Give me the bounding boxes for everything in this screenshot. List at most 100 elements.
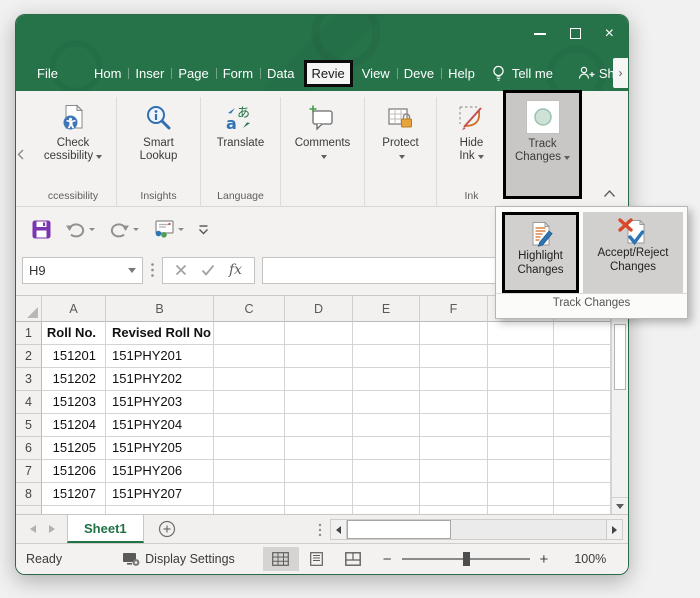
column-header-c[interactable]: C — [214, 296, 285, 322]
insert-function-button[interactable]: fx — [229, 262, 242, 278]
minimize-button[interactable] — [534, 33, 546, 35]
name-box-dropdown-icon[interactable] — [128, 268, 136, 273]
group-label-accessibility: ccessibility — [30, 190, 116, 202]
cancel-icon[interactable] — [175, 264, 187, 276]
tab-view[interactable]: View — [355, 62, 397, 85]
select-all-corner[interactable] — [16, 296, 42, 322]
tab-developer[interactable]: Deve — [397, 62, 441, 85]
chevron-down-icon — [321, 155, 327, 159]
name-box[interactable]: H9 — [22, 257, 143, 284]
tab-insert[interactable]: Inser — [128, 62, 171, 85]
triangle-right-icon — [612, 526, 617, 534]
mail-people-icon — [153, 220, 175, 238]
accept-reject-changes-item[interactable]: Accept/Reject Changes — [583, 212, 683, 293]
normal-view-button[interactable] — [263, 547, 299, 571]
save-button[interactable] — [28, 220, 55, 239]
translate-button[interactable]: あa Translate — [213, 99, 269, 153]
track-changes-button-annotated[interactable]: Track Changes — [503, 90, 582, 199]
close-button[interactable]: × — [605, 28, 614, 39]
row-header[interactable]: 6 — [16, 437, 42, 460]
page-layout-view-button[interactable] — [299, 547, 335, 571]
table-row[interactable]: 6 151205 151PHY205 — [16, 437, 611, 460]
cell-grid[interactable]: A B C D E F G H 1 Roll No. Revised Roll … — [16, 296, 611, 514]
scroll-left-button[interactable] — [330, 519, 347, 540]
row-header[interactable]: 5 — [16, 414, 42, 437]
table-row[interactable]: 7 151206 151PHY206 — [16, 460, 611, 483]
vertical-scrollbar-thumb[interactable] — [614, 324, 626, 390]
chevron-down-icon — [478, 155, 484, 159]
zoom-slider[interactable] — [402, 558, 530, 560]
tab-formulas[interactable]: Form — [216, 62, 260, 85]
sheet-tab-bar: Sheet1 — [16, 514, 628, 543]
row-header[interactable]: 3 — [16, 368, 42, 391]
ribbon: Check cessibility ccessibility Smart Loo… — [16, 91, 628, 207]
ribbon-scroll-left-icon[interactable] — [17, 149, 24, 160]
table-row[interactable]: 4 151203 151PHY203 — [16, 391, 611, 414]
horizontal-scrollbar-thumb[interactable] — [347, 520, 451, 539]
tab-file[interactable]: File — [30, 62, 65, 85]
send-to-reviewers-button[interactable] — [149, 220, 188, 238]
sheet-nav-right-icon[interactable] — [49, 525, 55, 533]
sheet-tab-label: Sheet1 — [84, 521, 127, 536]
row-header[interactable]: 8 — [16, 483, 42, 506]
zoom-slider-thumb[interactable] — [463, 552, 470, 566]
row-header[interactable]: 2 — [16, 345, 42, 368]
column-header-e[interactable]: E — [353, 296, 420, 322]
tab-home[interactable]: Hom — [87, 62, 128, 85]
highlight-changes-item-annotated[interactable]: Highlight Changes — [502, 212, 579, 293]
vertical-scrollbar[interactable] — [611, 296, 628, 514]
sheet-nav-left-icon[interactable] — [30, 525, 36, 533]
column-header-b[interactable]: B — [106, 296, 214, 322]
tab-page-layout[interactable]: Page — [171, 62, 215, 85]
column-header-d[interactable]: D — [285, 296, 353, 322]
maximize-icon — [570, 28, 581, 39]
drag-handle-dots-icon[interactable] — [150, 262, 155, 278]
row-header[interactable]: 1 — [16, 322, 42, 345]
horizontal-scrollbar[interactable] — [318, 519, 623, 540]
share-person-icon — [578, 66, 595, 80]
ribbon-overflow-button[interactable]: › — [613, 58, 628, 88]
zoom-in-button[interactable]: + — [540, 551, 549, 568]
splitter-dots-icon[interactable] — [318, 523, 322, 537]
scroll-down-button[interactable] — [612, 497, 628, 514]
tell-me-label: Tell me — [512, 66, 553, 81]
redo-button[interactable] — [105, 221, 143, 238]
undo-button[interactable] — [61, 221, 99, 238]
scroll-right-button[interactable] — [606, 519, 623, 540]
comments-button[interactable]: Comments — [291, 99, 355, 166]
hide-ink-button[interactable]: Hide Ink — [453, 99, 491, 166]
maximize-button[interactable] — [570, 28, 581, 39]
display-settings-button[interactable]: Display Settings — [122, 552, 235, 567]
enter-check-icon[interactable] — [201, 264, 215, 276]
smart-lookup-button[interactable]: Smart Lookup — [136, 99, 182, 166]
customize-quick-access-button[interactable] — [194, 224, 213, 235]
collapse-ribbon-button[interactable] — [603, 189, 616, 198]
zoom-level[interactable]: 100% — [566, 552, 606, 566]
protect-button[interactable]: Protect — [378, 99, 422, 166]
accept-reject-changes-icon — [616, 217, 650, 247]
table-row[interactable]: 8 151207 151PHY207 — [16, 483, 611, 506]
smart-lookup-icon — [144, 102, 172, 134]
save-icon — [32, 220, 51, 239]
title-bar: × — [16, 15, 628, 55]
table-row[interactable]: 3 151202 151PHY202 — [16, 368, 611, 391]
column-header-a[interactable]: A — [42, 296, 106, 322]
tab-data[interactable]: Data — [260, 62, 301, 85]
tab-help[interactable]: Help — [441, 62, 482, 85]
display-settings-label: Display Settings — [145, 552, 235, 566]
new-sheet-button[interactable] — [158, 520, 176, 538]
check-accessibility-button[interactable]: Check cessibility — [40, 99, 106, 166]
column-header-f[interactable]: F — [420, 296, 488, 322]
lightbulb-icon — [492, 65, 505, 82]
tab-review-highlighted[interactable]: Revie — [304, 60, 353, 87]
page-break-preview-button[interactable] — [335, 547, 371, 571]
table-row[interactable]: 1 Roll No. Revised Roll No — [16, 322, 611, 345]
table-row[interactable]: 5 151204 151PHY204 — [16, 414, 611, 437]
row-header[interactable]: 4 — [16, 391, 42, 414]
track-changes-icon — [526, 100, 560, 134]
table-row[interactable]: 2 151201 151PHY201 — [16, 345, 611, 368]
sheet-tab-sheet1[interactable]: Sheet1 — [67, 515, 144, 543]
tell-me-box[interactable]: Tell me — [492, 65, 553, 82]
row-header[interactable]: 7 — [16, 460, 42, 483]
zoom-out-button[interactable]: − — [383, 551, 392, 568]
